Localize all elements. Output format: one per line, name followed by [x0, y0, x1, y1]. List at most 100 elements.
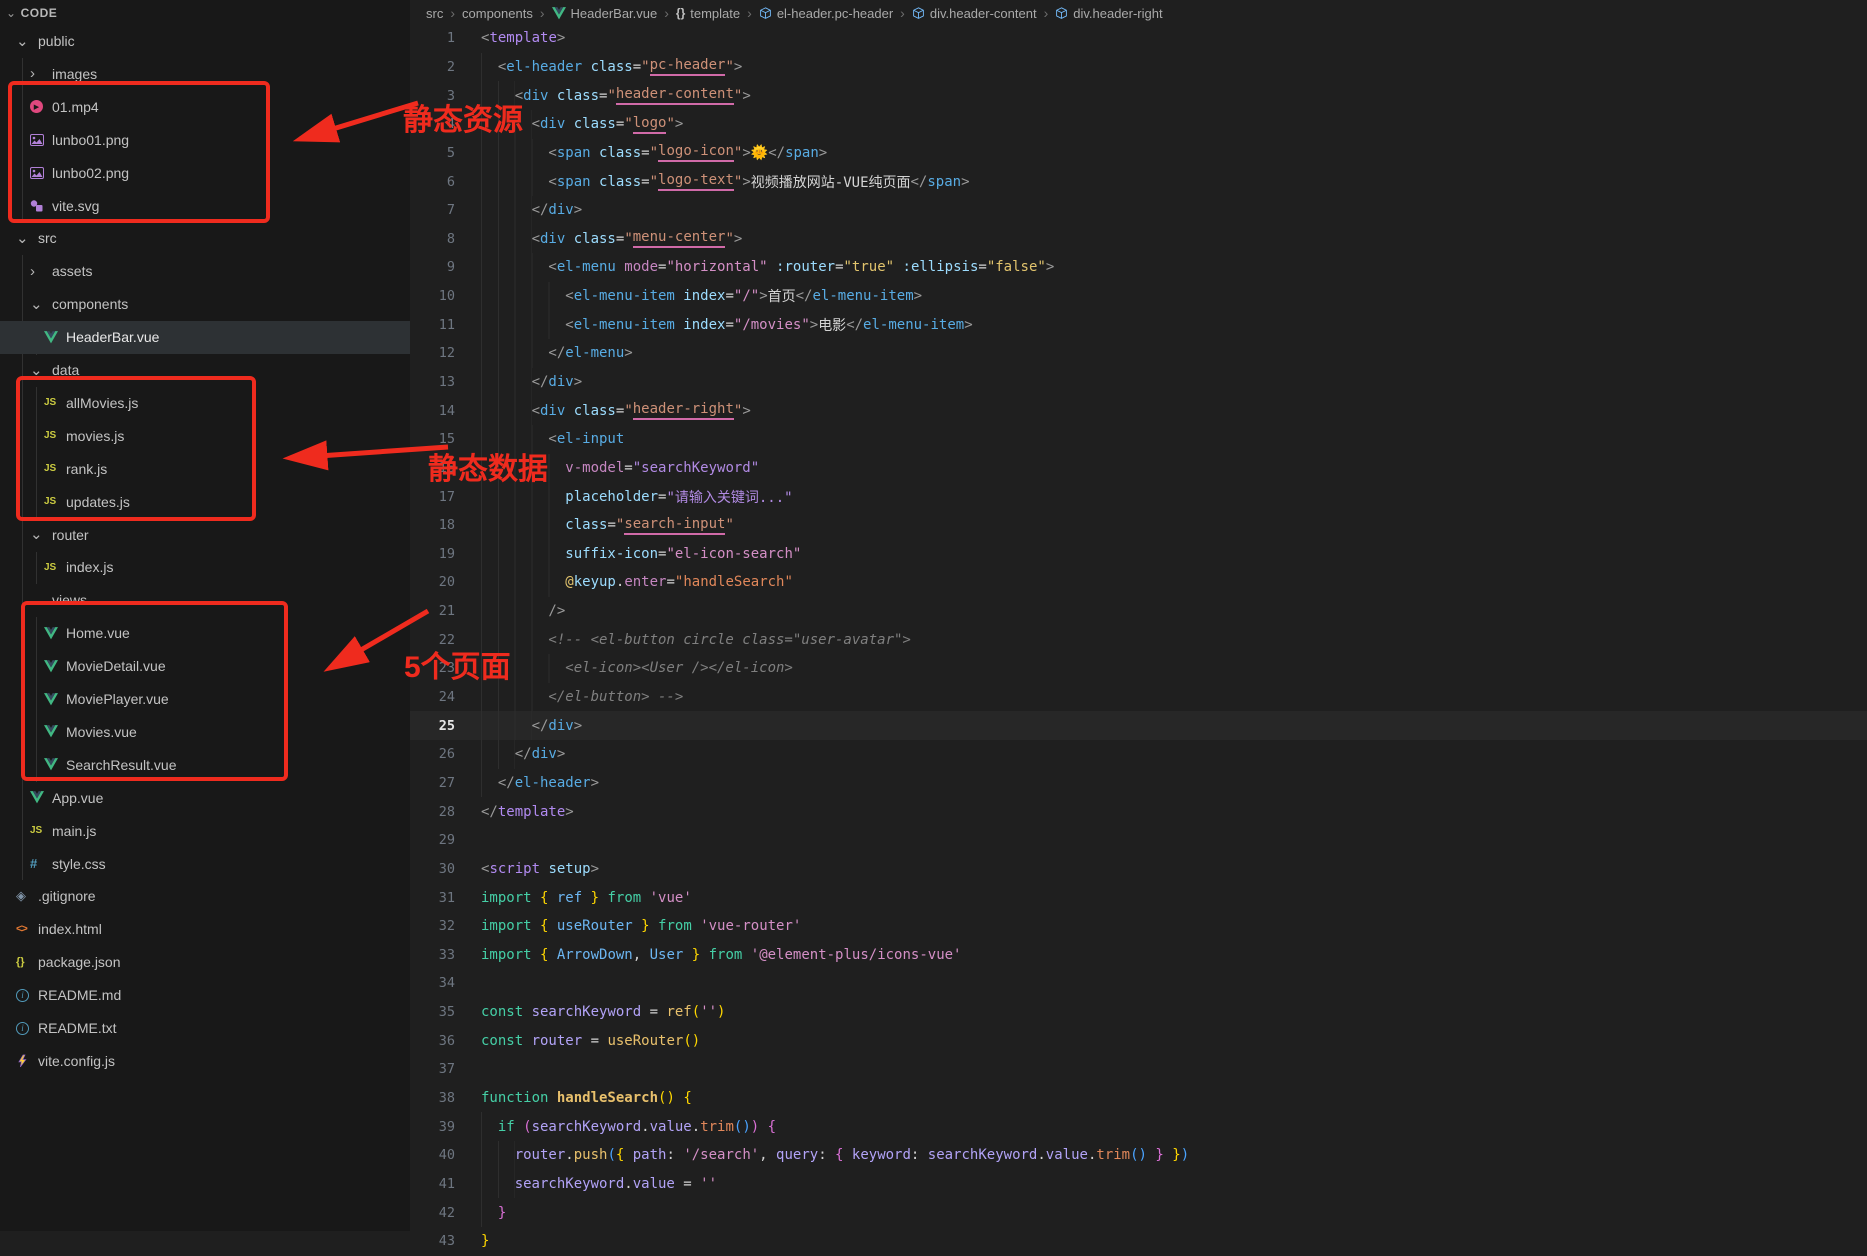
- chevron-right-icon[interactable]: ›: [30, 264, 35, 279]
- tree-item-public[interactable]: ⌄public: [0, 25, 410, 58]
- code-line-32[interactable]: 32import { useRouter } from 'vue-router': [410, 912, 1867, 941]
- code-token: menu-center: [633, 229, 726, 248]
- code-line-20[interactable]: 20@keyup.enter="handleSearch": [410, 568, 1867, 597]
- code-line-34[interactable]: 34: [410, 969, 1867, 998]
- breadcrumb-item-div-header-content[interactable]: div.header-content: [912, 6, 1037, 21]
- code-line-29[interactable]: 29: [410, 826, 1867, 855]
- chevron-down-icon[interactable]: ⌄: [30, 527, 43, 542]
- tree-item-home-vue[interactable]: Home.vue: [0, 617, 410, 650]
- code-line-31[interactable]: 31import { ref } from 'vue': [410, 883, 1867, 912]
- tree-item--gitignore[interactable]: ◈.gitignore: [0, 880, 410, 913]
- code-line-9[interactable]: 9<el-menu mode="horizontal" :router="tru…: [410, 253, 1867, 282]
- breadcrumb-item-template[interactable]: {}template: [676, 6, 740, 21]
- code-line-15[interactable]: 15<el-input: [410, 425, 1867, 454]
- tree-item-searchresult-vue[interactable]: SearchResult.vue: [0, 748, 410, 781]
- code-token: >: [675, 116, 683, 132]
- tree-item-readme-txt[interactable]: iREADME.txt: [0, 1012, 410, 1045]
- code-line-37[interactable]: 37: [410, 1055, 1867, 1084]
- code-line-11[interactable]: 11<el-menu-item index="/movies">电影</el-m…: [410, 310, 1867, 339]
- code-line-4[interactable]: 4<div class="logo">: [410, 110, 1867, 139]
- chevron-down-icon[interactable]: ⌄: [16, 231, 29, 246]
- tree-item-vite-config-js[interactable]: vite.config.js: [0, 1044, 410, 1077]
- tree-item-src[interactable]: ⌄src: [0, 222, 410, 255]
- code-line-19[interactable]: 19suffix-icon="el-icon-search": [410, 540, 1867, 569]
- tree-item-lunbo02-png[interactable]: lunbo02.png: [0, 156, 410, 189]
- line-number: 7: [410, 202, 455, 218]
- tree-item-01-mp4[interactable]: ▶01.mp4: [0, 90, 410, 123]
- code-line-28[interactable]: 28</template>: [410, 797, 1867, 826]
- tree-item-images[interactable]: ›images: [0, 57, 410, 90]
- breadcrumb-item-div-header-right[interactable]: div.header-right: [1055, 6, 1162, 21]
- code-line-43[interactable]: 43}: [410, 1227, 1867, 1256]
- code-line-2[interactable]: 2<el-header class="pc-header">: [410, 53, 1867, 82]
- tree-item-movieplayer-vue[interactable]: MoviePlayer.vue: [0, 683, 410, 716]
- code-line-36[interactable]: 36const router = useRouter(): [410, 1026, 1867, 1055]
- breadcrumb-item-el-header-pc-header[interactable]: el-header.pc-header: [759, 6, 893, 21]
- tree-item-moviedetail-vue[interactable]: MovieDetail.vue: [0, 650, 410, 683]
- chevron-down-icon[interactable]: ⌄: [30, 363, 43, 378]
- code-line-41[interactable]: 41searchKeyword.value = '': [410, 1170, 1867, 1199]
- code-token: <: [532, 116, 540, 132]
- tree-item-index-js[interactable]: JSindex.js: [0, 551, 410, 584]
- breadcrumb-item-src[interactable]: src: [426, 6, 443, 21]
- code-line-35[interactable]: 35const searchKeyword = ref(''): [410, 998, 1867, 1027]
- tree-item-data[interactable]: ⌄data: [0, 354, 410, 387]
- code-line-38[interactable]: 38function handleSearch() {: [410, 1084, 1867, 1113]
- tree-item-router[interactable]: ⌄router: [0, 518, 410, 551]
- code-line-17[interactable]: 17placeholder="请输入关键词...": [410, 482, 1867, 511]
- chevron-down-icon[interactable]: ⌄: [30, 593, 43, 608]
- breadcrumb-item-headerbar-vue[interactable]: HeaderBar.vue: [552, 6, 658, 21]
- code-line-33[interactable]: 33import { ArrowDown, User } from '@elem…: [410, 941, 1867, 970]
- code-line-22[interactable]: 22<!-- <el-button circle class="user-ava…: [410, 625, 1867, 654]
- code-token: 视频播放网站-VUE纯页面: [751, 172, 911, 192]
- code-line-21[interactable]: 21/>: [410, 597, 1867, 626]
- code-line-18[interactable]: 18class="search-input": [410, 511, 1867, 540]
- tree-item-index-html[interactable]: <>index.html: [0, 913, 410, 946]
- tree-item-package-json[interactable]: {}package.json: [0, 946, 410, 979]
- code-token: >: [810, 317, 818, 333]
- code-line-39[interactable]: 39if (searchKeyword.value.trim()) {: [410, 1112, 1867, 1141]
- code-line-26[interactable]: 26</div>: [410, 740, 1867, 769]
- chevron-down-icon[interactable]: ⌄: [16, 34, 29, 49]
- tree-item-style-css[interactable]: #style.css: [0, 847, 410, 880]
- code-line-1[interactable]: 1<template>: [410, 24, 1867, 53]
- code-line-13[interactable]: 13</div>: [410, 368, 1867, 397]
- code-line-24[interactable]: 24</el-button> -->: [410, 683, 1867, 712]
- chevron-down-icon[interactable]: ⌄: [30, 297, 43, 312]
- editor-pane[interactable]: src›components›HeaderBar.vue›{}template›…: [410, 0, 1867, 1231]
- code-line-23[interactable]: 23<el-icon><User /></el-icon>: [410, 654, 1867, 683]
- code-line-40[interactable]: 40router.push({ path: '/search', query: …: [410, 1141, 1867, 1170]
- tree-item-readme-md[interactable]: iREADME.md: [0, 979, 410, 1012]
- tree-item-updates-js[interactable]: JSupdates.js: [0, 485, 410, 518]
- code-line-42[interactable]: 42}: [410, 1198, 1867, 1227]
- code-area[interactable]: 1<template>2<el-header class="pc-header"…: [410, 24, 1867, 1256]
- code-line-7[interactable]: 7</div>: [410, 196, 1867, 225]
- code-line-16[interactable]: 16v-model="searchKeyword": [410, 454, 1867, 483]
- tree-item-assets[interactable]: ›assets: [0, 255, 410, 288]
- code-line-14[interactable]: 14<div class="header-right">: [410, 396, 1867, 425]
- code-line-12[interactable]: 12</el-menu>: [410, 339, 1867, 368]
- indent-guide: [481, 282, 565, 311]
- chevron-right-icon[interactable]: ›: [30, 66, 35, 81]
- tree-item-allmovies-js[interactable]: JSallMovies.js: [0, 386, 410, 419]
- tree-item-headerbar-vue[interactable]: HeaderBar.vue: [0, 321, 410, 354]
- tree-item-app-vue[interactable]: App.vue: [0, 781, 410, 814]
- tree-item-components[interactable]: ⌄components: [0, 288, 410, 321]
- code-line-30[interactable]: 30<script setup>: [410, 855, 1867, 884]
- tree-item-main-js[interactable]: JSmain.js: [0, 814, 410, 847]
- code-line-3[interactable]: 3<div class="header-content">: [410, 81, 1867, 110]
- tree-item-lunbo01-png[interactable]: lunbo01.png: [0, 123, 410, 156]
- tree-item-vite-svg[interactable]: vite.svg: [0, 189, 410, 222]
- breadcrumb-item-components[interactable]: components: [462, 6, 533, 21]
- tree-item-movies-vue[interactable]: Movies.vue: [0, 715, 410, 748]
- code-line-6[interactable]: 6<span class="logo-text">视频播放网站-VUE纯页面</…: [410, 167, 1867, 196]
- code-line-5[interactable]: 5<span class="logo-icon">🌞</span>: [410, 139, 1867, 168]
- code-line-10[interactable]: 10<el-menu-item index="/">首页</el-menu-it…: [410, 282, 1867, 311]
- code-line-27[interactable]: 27</el-header>: [410, 769, 1867, 798]
- tree-item-rank-js[interactable]: JSrank.js: [0, 452, 410, 485]
- tree-item-views[interactable]: ⌄views: [0, 584, 410, 617]
- tree-item-movies-js[interactable]: JSmovies.js: [0, 419, 410, 452]
- code-line-8[interactable]: 8<div class="menu-center">: [410, 224, 1867, 253]
- indent-guide: [481, 310, 565, 339]
- code-line-25[interactable]: 25</div>: [410, 711, 1867, 740]
